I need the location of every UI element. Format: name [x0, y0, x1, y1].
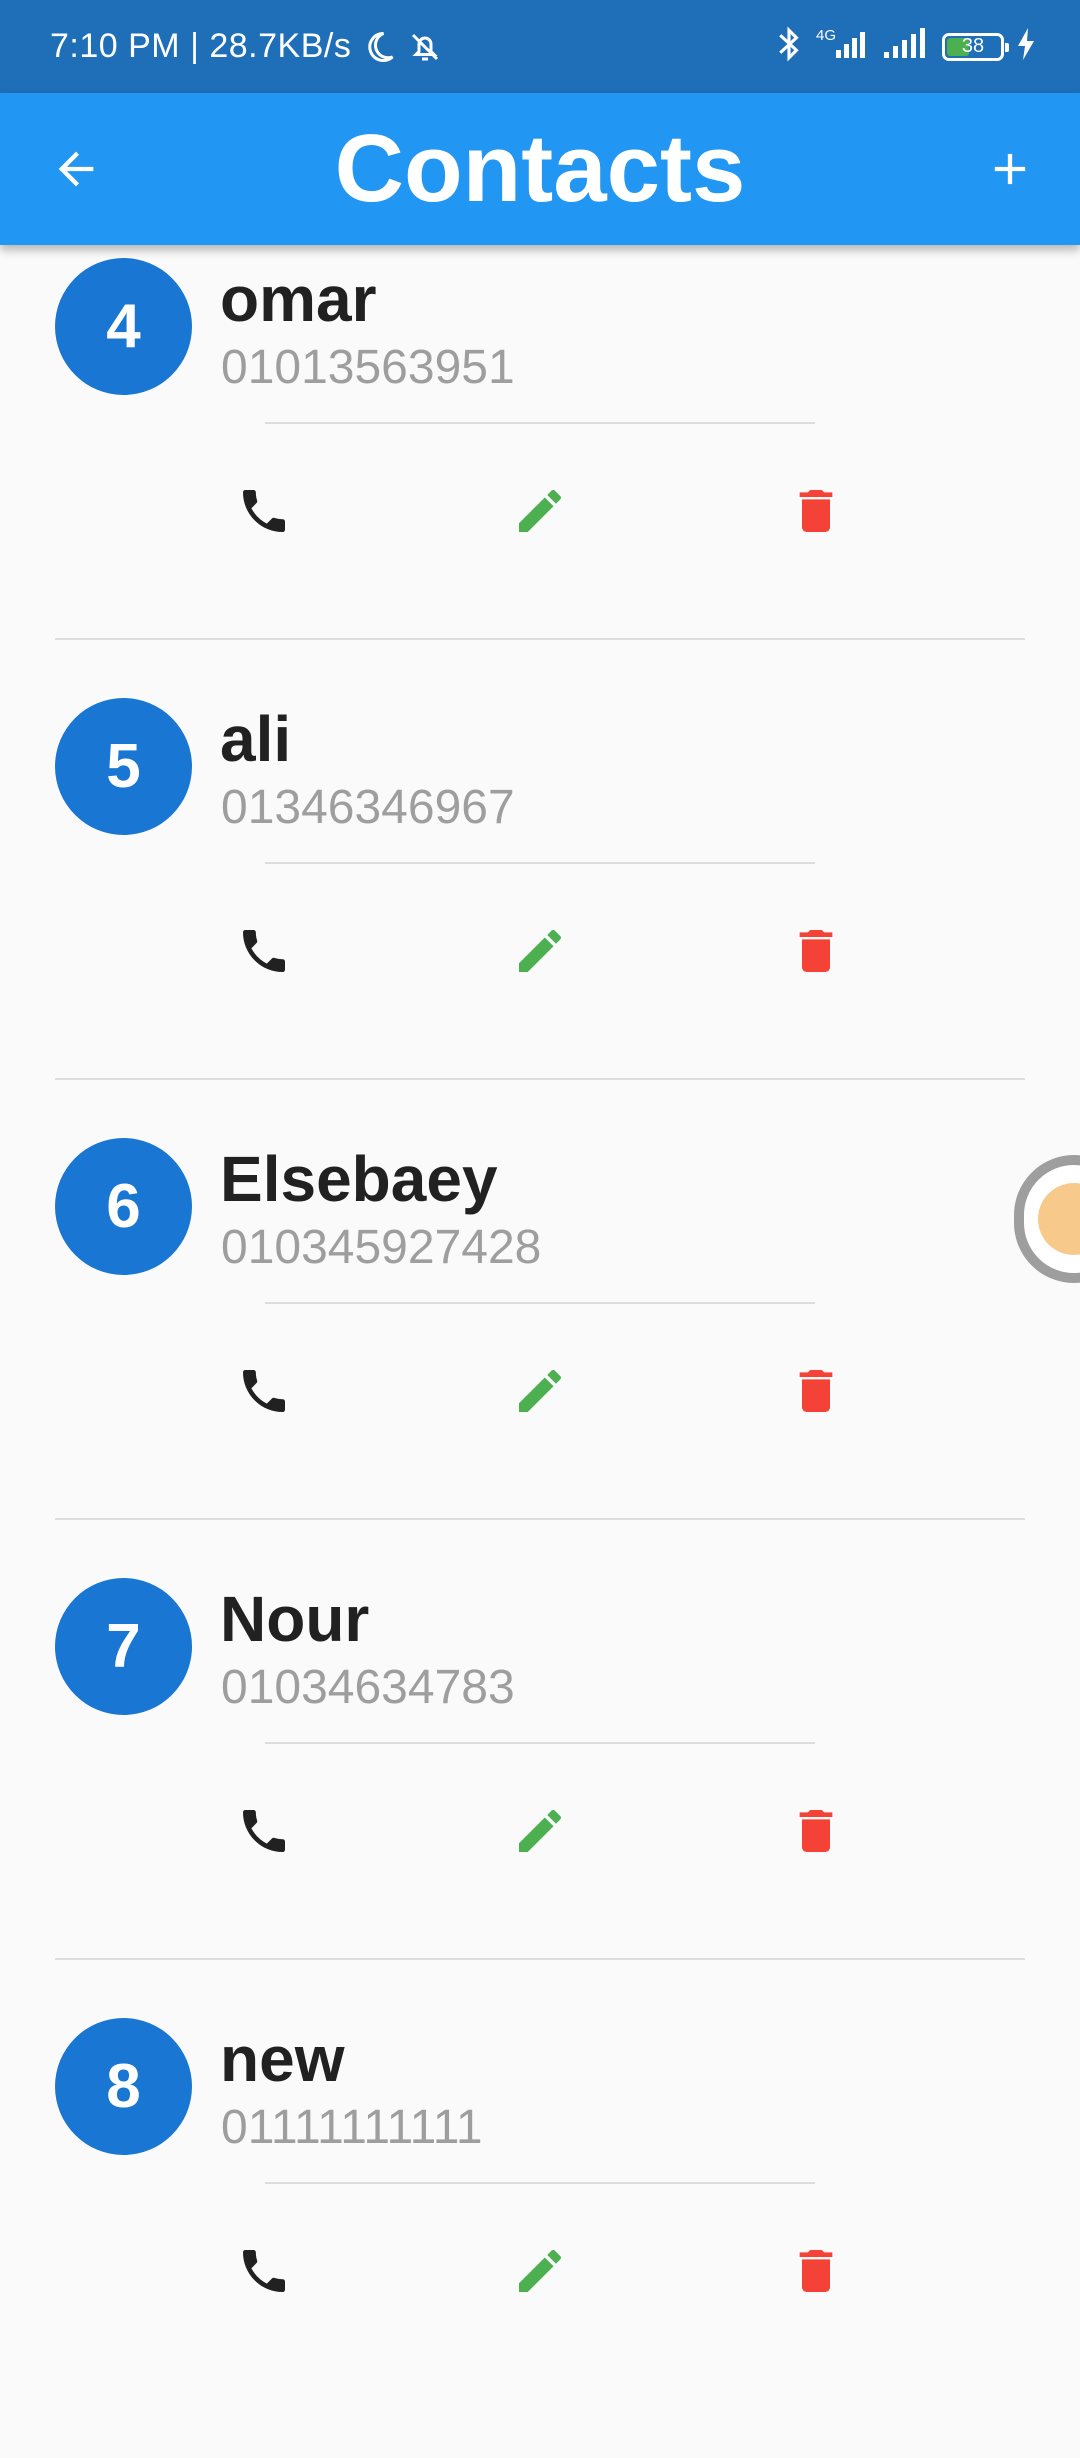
status-bar: 7:10 PM | 28.7KB/s 4G 38	[0, 0, 1080, 93]
divider	[265, 862, 815, 864]
trash-icon	[799, 930, 833, 972]
edit-button[interactable]	[505, 1356, 575, 1426]
contact-name: new	[220, 2023, 345, 2095]
trash-icon	[799, 2250, 833, 2292]
divider	[265, 1302, 815, 1304]
trash-icon	[799, 490, 833, 532]
phone-icon	[243, 490, 285, 532]
delete-button[interactable]	[781, 916, 851, 986]
divider	[265, 422, 815, 424]
contact-card: 8 new 01111111111	[0, 2018, 1080, 2458]
battery-icon: 38	[942, 32, 1009, 61]
edit-button[interactable]	[505, 916, 575, 986]
signal-icon	[884, 28, 930, 65]
call-button[interactable]	[229, 916, 299, 986]
contact-card: 4 omar 01013563951	[0, 258, 1080, 698]
edit-button[interactable]	[505, 2236, 575, 2306]
contact-phone: 01013563951	[221, 341, 515, 394]
page-title: Contacts	[334, 115, 746, 222]
divider	[265, 2182, 815, 2184]
phone-icon	[243, 2250, 285, 2292]
divider	[265, 1742, 815, 1744]
row-divider	[55, 1518, 1025, 1520]
moon-icon	[361, 29, 397, 65]
pencil-icon	[519, 1809, 561, 1852]
charging-bolt-icon	[1016, 28, 1036, 65]
contact-number-badge: 6	[55, 1138, 192, 1275]
phone-icon	[243, 1370, 285, 1412]
pencil-icon	[519, 1369, 561, 1412]
assistive-touch-icon	[1038, 1183, 1080, 1255]
contact-name: ali	[220, 703, 292, 775]
contact-name: omar	[220, 263, 377, 335]
delete-button[interactable]	[781, 476, 851, 546]
network-type-label: 4G	[815, 27, 836, 44]
pencil-icon	[519, 489, 561, 532]
plus-icon	[994, 153, 1026, 185]
edit-button[interactable]	[505, 1796, 575, 1866]
trash-icon	[799, 1810, 833, 1852]
bell-off-icon	[407, 29, 443, 65]
bluetooth-icon	[774, 25, 804, 68]
battery-level: 38	[961, 35, 985, 57]
status-left: 7:10 PM | 28.7KB/s	[50, 0, 443, 93]
phone-icon	[243, 930, 285, 972]
contact-card: 5 ali 01346346967	[0, 698, 1080, 1138]
phone-icon	[243, 1810, 285, 1852]
contact-phone: 01346346967	[221, 781, 515, 834]
contact-number-badge: 4	[55, 258, 192, 395]
contact-name: Nour	[220, 1583, 370, 1655]
call-button[interactable]	[229, 476, 299, 546]
row-divider	[55, 638, 1025, 640]
contact-name: Elsebaey	[220, 1143, 498, 1215]
row-divider	[55, 1078, 1025, 1080]
status-right: 4G 38	[762, 0, 1036, 93]
contact-phone: 01034634783	[221, 1661, 515, 1714]
call-button[interactable]	[229, 1796, 299, 1866]
edit-button[interactable]	[505, 476, 575, 546]
row-divider	[55, 1958, 1025, 1960]
delete-button[interactable]	[781, 1356, 851, 1426]
delete-button[interactable]	[781, 1796, 851, 1866]
trash-icon	[799, 1370, 833, 1412]
contact-card: 6 Elsebaey 010345927428	[0, 1138, 1080, 1578]
call-button[interactable]	[229, 2236, 299, 2306]
status-time: 7:10 PM | 28.7KB/s	[50, 27, 352, 65]
call-button[interactable]	[229, 1356, 299, 1426]
add-contact-button[interactable]	[980, 139, 1040, 199]
contact-card: 7 Nour 01034634783	[0, 1578, 1080, 2018]
contact-number-badge: 8	[55, 2018, 192, 2155]
contact-number-badge: 5	[55, 698, 192, 835]
signal-icon	[836, 28, 872, 65]
pencil-icon	[519, 929, 561, 972]
contact-phone: 01111111111	[221, 2101, 483, 2154]
contact-number-badge: 7	[55, 1578, 192, 1715]
contact-phone: 010345927428	[221, 1221, 542, 1274]
app-bar: Contacts	[0, 93, 1080, 245]
pencil-icon	[519, 2249, 561, 2292]
delete-button[interactable]	[781, 2236, 851, 2306]
